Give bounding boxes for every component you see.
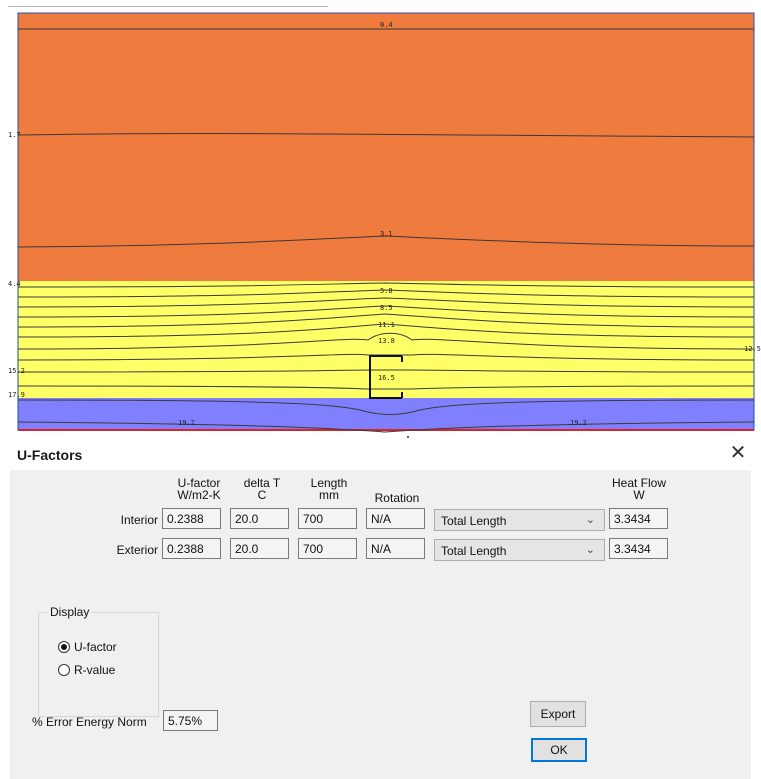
error-norm-label: % Error Energy Norm [32,715,147,729]
isotherm-label: 12.5 [744,345,761,353]
isotherm-label: 17.9 [8,391,25,399]
isotherm-label: 5.8 [380,287,393,295]
isotherm-label: 4.4 [8,280,21,288]
radio-ufactor-label: U-factor [74,640,117,654]
export-button[interactable]: Export [530,701,586,727]
exterior-rotation-field[interactable]: N/A [366,538,425,559]
radio-rvalue-label: R-value [74,663,116,677]
isotherm-label: 19.2 [178,419,195,427]
error-norm-field[interactable]: 5.75% [163,710,218,731]
exterior-delta-t-field[interactable]: 20.0 [230,538,289,559]
radio-ufactor[interactable]: U-factor [58,640,117,654]
isotherm-label: 13.8 [378,337,395,345]
plot-marker [407,436,409,438]
exterior-length-field[interactable]: 700 [298,538,357,559]
header-ufactor: U-factor W/m2-K [177,476,221,502]
isotherm-label: 3.1 [380,230,393,238]
interior-ufactor-field[interactable]: 0.2388 [162,508,221,529]
isotherm-label: 1.7 [8,131,21,139]
row-label-exterior: Exterior [116,543,158,557]
display-groupbox: Display U-factor R-value [38,605,159,717]
display-legend: Display [47,605,93,619]
isotherm-label: 16.5 [378,374,395,382]
exterior-length-type-value: Total Length [441,544,507,558]
close-icon[interactable]: ✕ [727,442,749,464]
header-rotation: Rotation [374,491,420,505]
header-delta-t: delta T C [243,476,281,502]
radio-unselected-icon [58,664,70,676]
interior-length-type-value: Total Length [441,514,507,528]
exterior-heat-flow-field[interactable]: 3.3434 [609,538,668,559]
isotherm-label: 19.2 [570,419,587,427]
exterior-length-type-select[interactable]: Total Length ⌄ [434,539,605,561]
dialog-title: U-Factors [17,447,83,463]
isotherm-label: 15.2 [8,367,25,375]
chevron-down-icon: ⌄ [585,514,595,526]
isotherm-plot: 0.4 1.7 3.1 4.4 5.8 8.5 11.1 13.8 12.5 1… [8,12,761,438]
interior-heat-flow-field[interactable]: 3.3434 [609,508,668,529]
header-heat-flow: Heat Flow W [611,476,667,502]
chevron-down-icon: ⌄ [585,544,595,556]
dialog-panel: U-factor W/m2-K delta T C Length mm Rota… [10,470,751,779]
interior-rotation-field[interactable]: N/A [366,508,425,529]
isotherm-label: 8.5 [380,304,393,312]
material-upper [18,13,754,281]
radio-selected-icon [58,641,70,653]
interior-delta-t-field[interactable]: 20.0 [230,508,289,529]
interior-length-field[interactable]: 700 [298,508,357,529]
ok-button[interactable]: OK [531,738,587,762]
header-length: Length mm [310,476,348,502]
exterior-ufactor-field[interactable]: 0.2388 [162,538,221,559]
isotherm-label: 0.4 [380,21,393,29]
isotherm-label: 11.1 [378,321,395,329]
row-label-interior: Interior [120,513,158,527]
interior-length-type-select[interactable]: Total Length ⌄ [434,509,605,531]
radio-rvalue[interactable]: R-value [58,663,115,677]
u-factors-dialog: U-Factors ✕ U-factor W/m2-K delta T C Le… [0,440,761,779]
